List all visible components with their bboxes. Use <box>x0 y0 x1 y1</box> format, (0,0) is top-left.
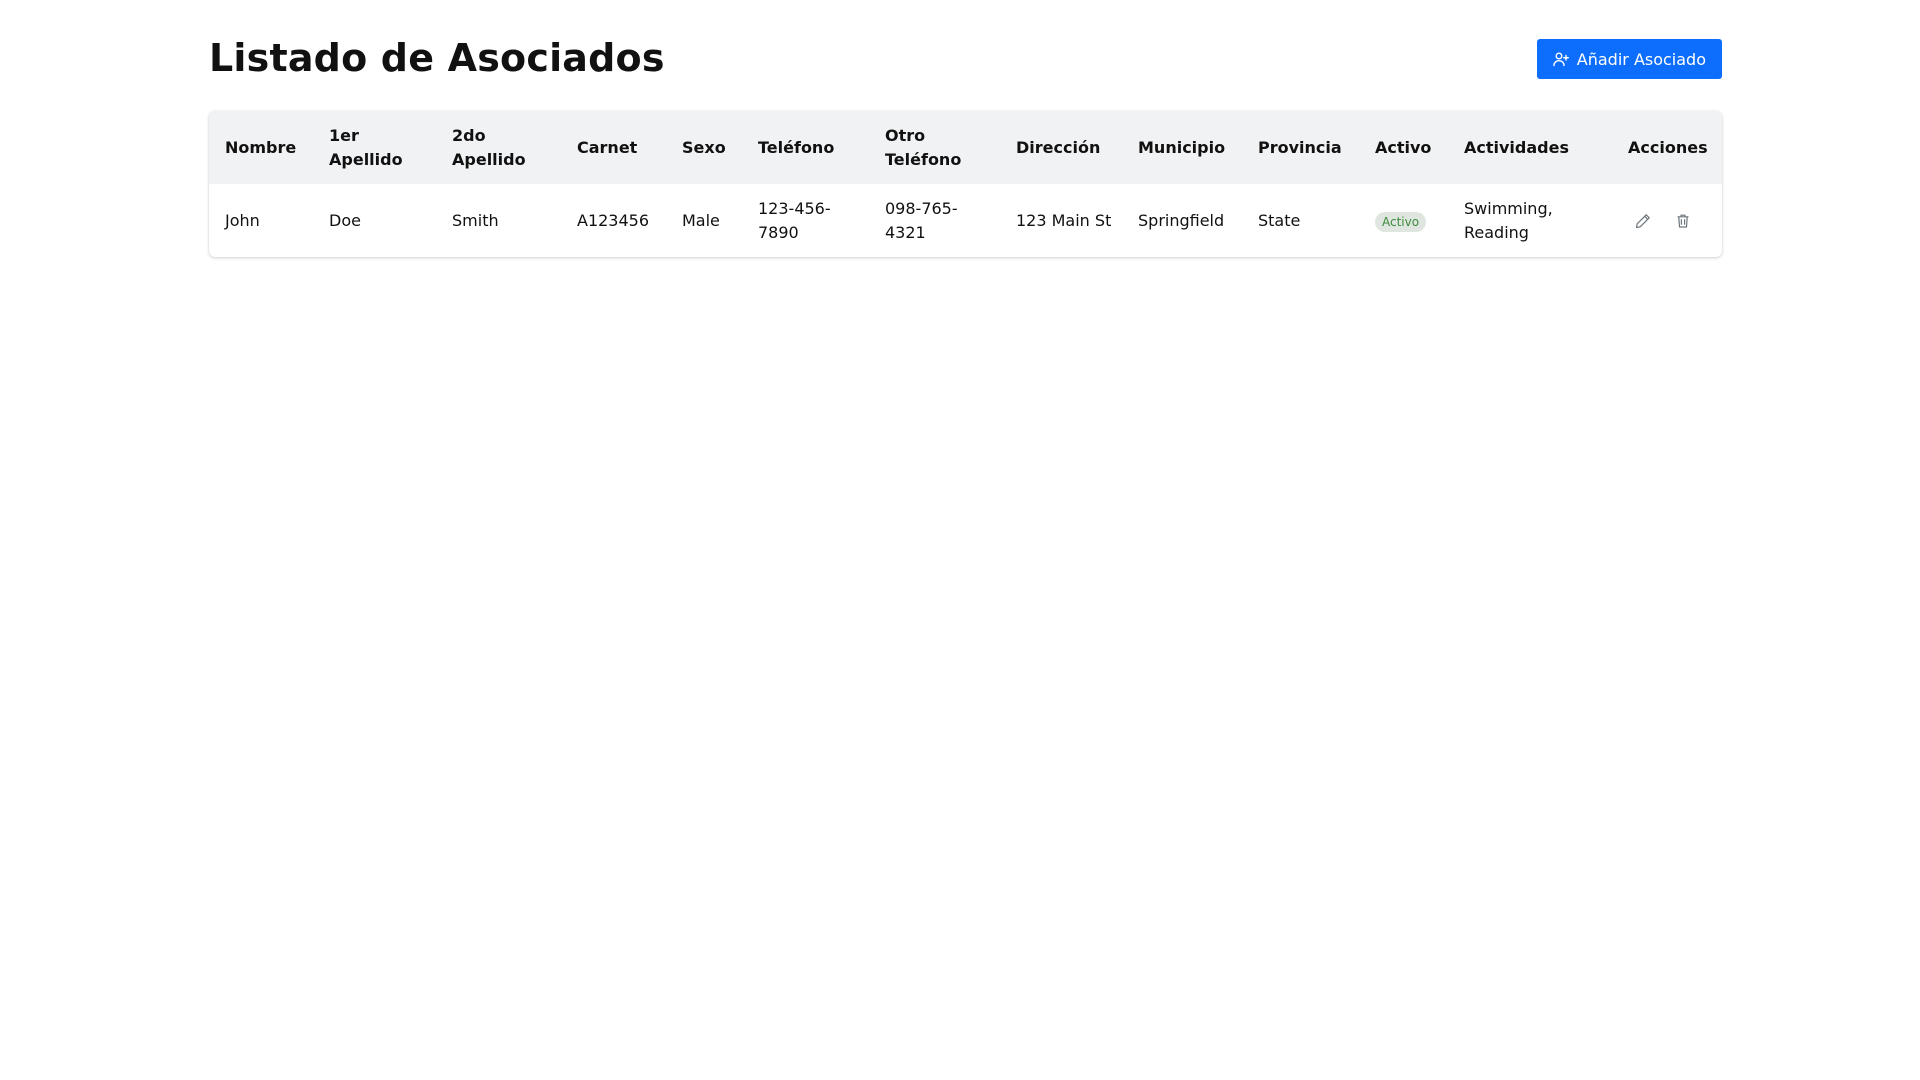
table-row: John Doe Smith A123456 Male 123-456-7890… <box>209 184 1722 257</box>
column-header-otro-telefono: Otro Teléfono <box>885 125 962 169</box>
cell-nombre: John <box>225 210 260 230</box>
column-header-acciones: Acciones <box>1628 137 1708 157</box>
associates-table: Nombre 1er Apellido 2do Apellido Carnet … <box>209 111 1722 257</box>
status-badge: Activo <box>1375 211 1427 232</box>
cell-actividades: Swimming, Reading <box>1464 198 1553 242</box>
column-header-telefono: Teléfono <box>758 137 835 157</box>
column-header-activo: Activo <box>1375 137 1432 157</box>
associates-table-card: Nombre 1er Apellido 2do Apellido Carnet … <box>209 111 1722 257</box>
column-header-provincia: Provincia <box>1258 137 1342 157</box>
cell-acciones <box>1612 184 1722 257</box>
column-header-carnet: Carnet <box>577 137 638 157</box>
column-header-sexo: Sexo <box>682 137 726 157</box>
cell-direccion: 123 Main St <box>1016 210 1112 230</box>
trash-icon[interactable] <box>1674 212 1692 230</box>
cell-1er-apellido: Doe <box>329 210 361 230</box>
cell-carnet: A123456 <box>577 210 650 230</box>
page-header: Listado de Asociados Añadir Asociado <box>209 0 1722 111</box>
column-header-2do-apellido: 2do Apellido <box>452 125 526 169</box>
cell-telefono: 123-456-7890 <box>758 198 831 242</box>
add-associate-button-label: Añadir Asociado <box>1576 49 1706 69</box>
page-title: Listado de Asociados <box>209 36 665 80</box>
cell-otro-telefono: 098-765-4321 <box>885 198 958 242</box>
row-actions <box>1628 212 1714 230</box>
pencil-icon[interactable] <box>1634 212 1652 230</box>
column-header-actividades: Actividades <box>1464 137 1569 157</box>
add-associate-button[interactable]: Añadir Asociado <box>1536 39 1722 79</box>
cell-provincia: State <box>1258 210 1301 230</box>
user-plus-icon <box>1553 51 1569 67</box>
column-header-1er-apellido: 1er Apellido <box>329 125 403 169</box>
page-container: Listado de Asociados Añadir Asociado Nom… <box>209 0 1722 257</box>
cell-municipio: Springfield <box>1138 210 1225 230</box>
cell-2do-apellido: Smith <box>452 210 499 230</box>
table-header-row: Nombre 1er Apellido 2do Apellido Carnet … <box>209 111 1722 184</box>
column-header-nombre: Nombre <box>225 137 297 157</box>
column-header-direccion: Dirección <box>1016 137 1101 157</box>
cell-sexo: Male <box>682 210 720 230</box>
cell-activo: Activo <box>1359 184 1448 257</box>
column-header-municipio: Municipio <box>1138 137 1226 157</box>
